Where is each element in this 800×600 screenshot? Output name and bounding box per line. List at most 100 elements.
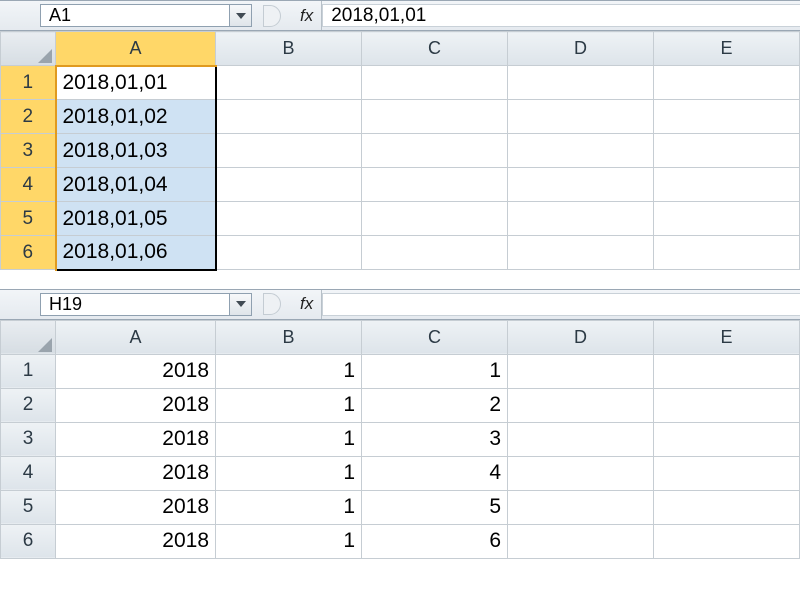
cell[interactable]: [654, 202, 800, 236]
bottom-sheet[interactable]: A B C D E 1 2018 1 1 2 2018 1 2: [0, 320, 800, 559]
name-box[interactable]: A1: [40, 4, 230, 27]
cell[interactable]: [654, 456, 800, 490]
cell[interactable]: [508, 422, 654, 456]
row-header[interactable]: 4: [1, 168, 56, 202]
cell[interactable]: 1: [216, 422, 362, 456]
cell[interactable]: [654, 100, 800, 134]
cell[interactable]: [508, 66, 654, 100]
cell[interactable]: [216, 168, 362, 202]
col-header-c[interactable]: C: [362, 32, 508, 66]
cell[interactable]: [216, 100, 362, 134]
fx-icon[interactable]: fx: [292, 1, 322, 30]
row-header[interactable]: 2: [1, 100, 56, 134]
cell[interactable]: 2018,01,06: [56, 236, 216, 270]
row-header[interactable]: 5: [1, 202, 56, 236]
cell[interactable]: 2018: [56, 388, 216, 422]
cell[interactable]: 1: [216, 456, 362, 490]
cell[interactable]: 2018: [56, 354, 216, 388]
row-header[interactable]: 1: [1, 354, 56, 388]
cell[interactable]: 1: [362, 354, 508, 388]
col-header-a[interactable]: A: [56, 32, 216, 66]
cell[interactable]: [216, 134, 362, 168]
cell[interactable]: [508, 168, 654, 202]
cell[interactable]: 2018,01,02: [56, 100, 216, 134]
cell[interactable]: [508, 236, 654, 270]
select-all-corner[interactable]: [1, 320, 56, 354]
cell[interactable]: 6: [362, 524, 508, 558]
cell[interactable]: [654, 168, 800, 202]
cell[interactable]: [362, 236, 508, 270]
cell[interactable]: [654, 66, 800, 100]
row-header[interactable]: 1: [1, 66, 56, 100]
cell[interactable]: [654, 490, 800, 524]
cell[interactable]: [508, 524, 654, 558]
cell[interactable]: [362, 66, 508, 100]
col-header-d[interactable]: D: [508, 32, 654, 66]
col-header-c[interactable]: C: [362, 320, 508, 354]
cell[interactable]: [508, 134, 654, 168]
select-all-corner[interactable]: [1, 32, 56, 66]
namebox-wrap: H19: [0, 290, 252, 319]
cell[interactable]: 1: [216, 354, 362, 388]
cell[interactable]: [362, 100, 508, 134]
cell[interactable]: [508, 354, 654, 388]
col-header-e[interactable]: E: [654, 320, 800, 354]
cell[interactable]: 1: [216, 388, 362, 422]
table-row: 2 2018,01,02: [1, 100, 800, 134]
cell[interactable]: [216, 236, 362, 270]
formula-input[interactable]: 2018,01,01: [322, 4, 800, 27]
row-header[interactable]: 6: [1, 524, 56, 558]
cell[interactable]: 5: [362, 490, 508, 524]
cell[interactable]: [654, 422, 800, 456]
cell[interactable]: [654, 354, 800, 388]
table-row: 3 2018 1 3: [1, 422, 800, 456]
cell[interactable]: 2018,01,01: [56, 66, 216, 100]
cell[interactable]: 2018,01,03: [56, 134, 216, 168]
cell[interactable]: [508, 388, 654, 422]
col-header-e[interactable]: E: [654, 32, 800, 66]
cell[interactable]: [654, 236, 800, 270]
cell[interactable]: [508, 456, 654, 490]
cell[interactable]: [654, 134, 800, 168]
formula-input[interactable]: [322, 293, 800, 316]
cell[interactable]: 4: [362, 456, 508, 490]
col-header-b[interactable]: B: [216, 32, 362, 66]
cell[interactable]: 2018: [56, 524, 216, 558]
cell[interactable]: 2018,01,05: [56, 202, 216, 236]
cell[interactable]: [362, 202, 508, 236]
cell[interactable]: [362, 168, 508, 202]
cell[interactable]: [362, 134, 508, 168]
row-header[interactable]: 3: [1, 134, 56, 168]
name-box-dropdown[interactable]: [230, 293, 252, 316]
col-header-b[interactable]: B: [216, 320, 362, 354]
row-header[interactable]: 2: [1, 388, 56, 422]
cell[interactable]: [508, 202, 654, 236]
cell[interactable]: 2018,01,04: [56, 168, 216, 202]
row-header[interactable]: 6: [1, 236, 56, 270]
top-sheet[interactable]: A B C D E 1 2018,01,01 2 2018,01,02 3 20…: [0, 31, 800, 271]
row-header[interactable]: 4: [1, 456, 56, 490]
corner-triangle-icon: [38, 338, 52, 352]
cell[interactable]: [216, 202, 362, 236]
cell[interactable]: [216, 66, 362, 100]
row-header[interactable]: 5: [1, 490, 56, 524]
namebox-wrap: A1: [0, 1, 252, 30]
cell[interactable]: 1: [216, 524, 362, 558]
cell[interactable]: 2018: [56, 456, 216, 490]
cell[interactable]: 1: [216, 490, 362, 524]
cell[interactable]: [508, 100, 654, 134]
row-header[interactable]: 3: [1, 422, 56, 456]
col-header-d[interactable]: D: [508, 320, 654, 354]
fx-icon[interactable]: fx: [292, 290, 322, 319]
name-box-dropdown[interactable]: [230, 4, 252, 27]
cell[interactable]: 2018: [56, 490, 216, 524]
cell[interactable]: 2: [362, 388, 508, 422]
cell[interactable]: [508, 490, 654, 524]
cell[interactable]: 2018: [56, 422, 216, 456]
cell[interactable]: [654, 524, 800, 558]
name-box[interactable]: H19: [40, 293, 230, 316]
cell[interactable]: 3: [362, 422, 508, 456]
cell[interactable]: [654, 388, 800, 422]
col-header-a[interactable]: A: [56, 320, 216, 354]
fx-spacer: [252, 5, 292, 27]
